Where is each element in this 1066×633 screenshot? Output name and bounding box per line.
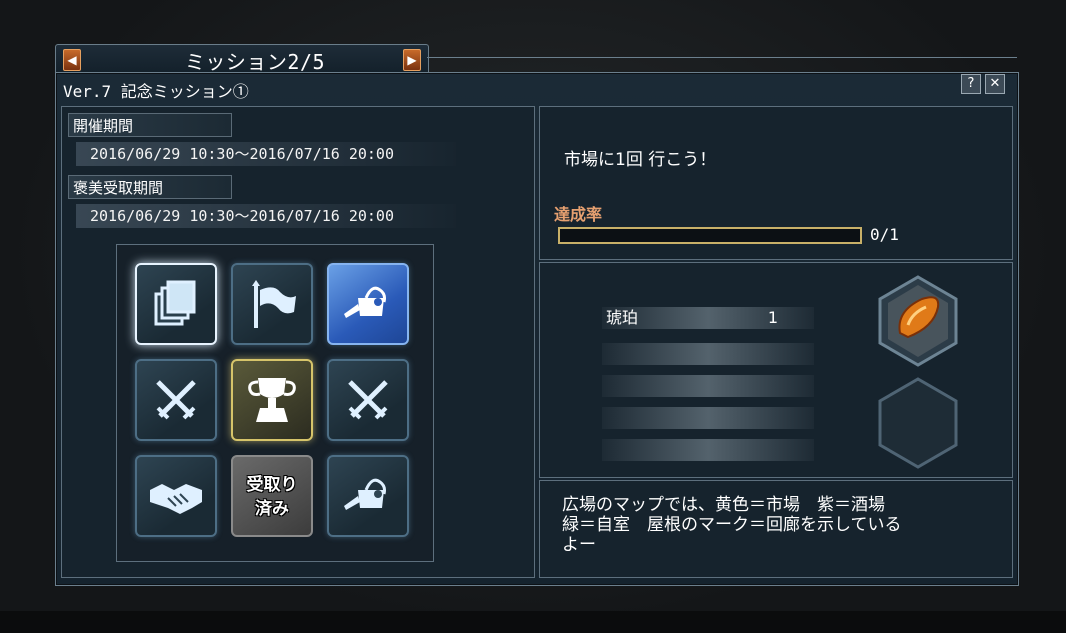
next-mission-button[interactable]: ▶ (403, 49, 421, 71)
crossed-swords-icon (156, 380, 196, 420)
reward-slot-2[interactable] (878, 377, 958, 469)
watering-can-icon (344, 478, 386, 510)
mission-objective: 市場に1回 行こう！ (564, 150, 717, 170)
reward-row (602, 375, 814, 397)
event-period-label: 開催期間 (68, 113, 232, 137)
cards-icon (154, 280, 196, 326)
progress-label: 達成率 (554, 205, 603, 224)
prev-mission-button[interactable]: ◀ (63, 49, 81, 71)
reward-row (602, 439, 814, 461)
handshake-icon (150, 484, 202, 514)
crossed-swords-icon (348, 380, 388, 420)
mission-tile-3[interactable] (327, 263, 409, 345)
reward-period-label: 褒美受取期間 (68, 175, 232, 199)
mission-set-title: Ver.7 記念ミッション① (63, 82, 249, 101)
mission-tile-7[interactable] (135, 455, 217, 537)
mission-tile-5[interactable] (231, 359, 313, 441)
watering-can-icon (344, 286, 386, 318)
reward-period-range: 2016/06/29 10:30〜2016/07/16 20:00 (76, 204, 456, 228)
floor-strip (0, 611, 1066, 633)
trophy-icon (248, 378, 296, 422)
mission-tile-9[interactable] (327, 455, 409, 537)
progress-bar (558, 227, 862, 244)
mission-tile-2[interactable] (231, 263, 313, 345)
claimed-badge: 受取り 済み (246, 475, 298, 519)
mission-tile-4[interactable] (135, 359, 217, 441)
flag-icon (252, 280, 296, 328)
hint-panel: 広場のマップでは、黄色＝市場 紫＝酒場 緑＝自室 屋根のマーク＝回廊を示している… (539, 480, 1013, 578)
reward-slot-1[interactable] (878, 275, 958, 367)
window-title: ミッション2/5 (184, 50, 326, 74)
title-divider (427, 57, 1017, 58)
close-button[interactable]: ✕ (985, 74, 1005, 94)
mission-grid: 受取り 済み (116, 244, 434, 562)
mission-detail-panel: 市場に1回 行こう！ 達成率 0/1 (539, 106, 1013, 260)
progress-value: 0/1 (870, 225, 899, 244)
reward-row (602, 407, 814, 429)
help-button[interactable]: ? (961, 74, 981, 94)
reward-name: 琥珀 (606, 308, 639, 327)
mission-tile-8[interactable]: 受取り 済み (231, 455, 313, 537)
mission-tile-6[interactable] (327, 359, 409, 441)
mission-tile-1[interactable] (135, 263, 217, 345)
reward-panel: 琥珀 1 (539, 262, 1013, 478)
hint-text: 広場のマップでは、黄色＝市場 紫＝酒場 緑＝自室 屋根のマーク＝回廊を示している… (562, 495, 902, 555)
reward-qty: 1 (767, 308, 778, 327)
reward-row (602, 343, 814, 365)
mission-window: ◀ ミッション2/5 ▶ Ver.7 記念ミッション① ? ✕ 開催期間 201… (55, 44, 1019, 586)
reward-row: 琥珀 1 (602, 307, 814, 329)
mission-list-panel: 開催期間 2016/06/29 10:30〜2016/07/16 20:00 褒… (61, 106, 535, 578)
event-period-range: 2016/06/29 10:30〜2016/07/16 20:00 (76, 142, 456, 166)
